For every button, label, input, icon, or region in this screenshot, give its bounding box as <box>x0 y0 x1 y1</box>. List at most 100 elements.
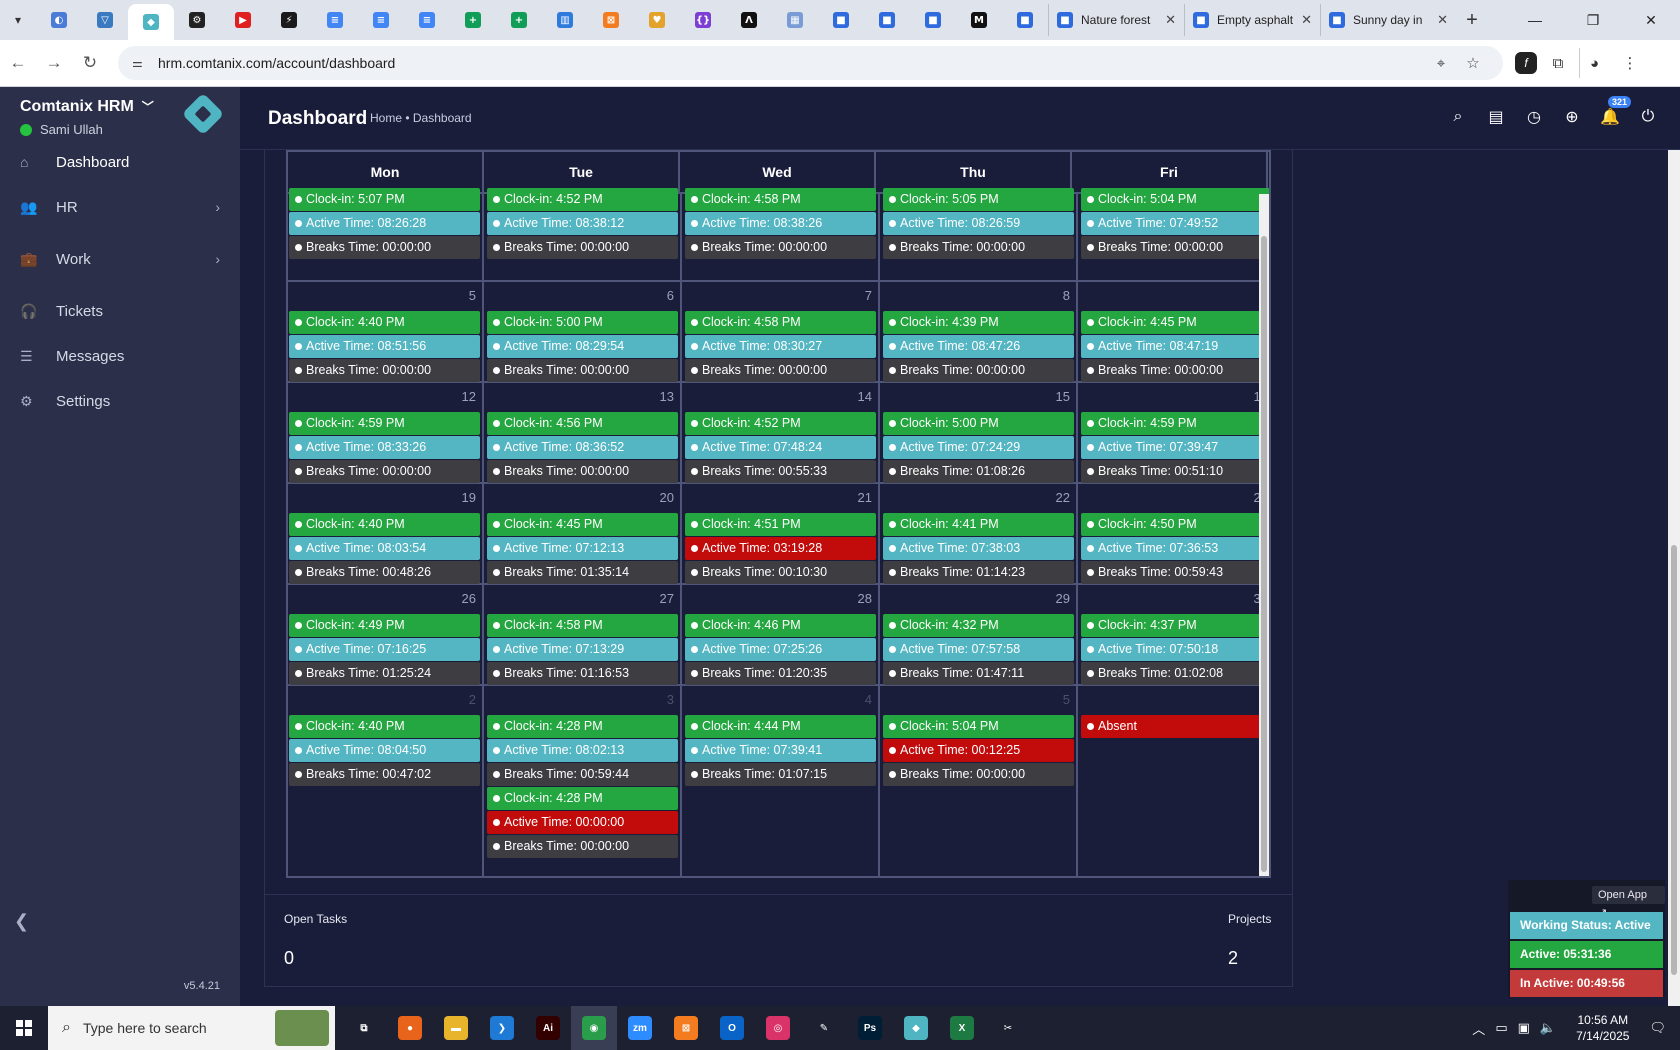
attendance-event[interactable]: Clock-in: 4:59 PM <box>289 412 480 435</box>
clock-icon[interactable]: ◷ <box>1522 105 1546 129</box>
attendance-event[interactable]: Active Time: 07:12:13 <box>487 537 678 560</box>
attendance-event[interactable]: Clock-in: 4:51 PM <box>685 513 876 536</box>
page-scroll-thumb[interactable] <box>1671 545 1677 975</box>
attendance-event[interactable]: Active Time: 08:51:56 <box>289 335 480 358</box>
calendar-day-cell[interactable]: 13 Clock-in: 4:56 PM Active Time: 08:36:52… <box>484 383 682 484</box>
calendar-day-cell[interactable]: 14 Clock-in: 4:52 PM Active Time: 07:48:24… <box>682 383 880 484</box>
attendance-event[interactable]: Breaks Time: 01:35:14 <box>487 561 678 584</box>
attendance-event[interactable]: Clock-in: 4:58 PM <box>685 188 876 211</box>
taskbar-app[interactable]: O <box>709 1006 755 1050</box>
attendance-event[interactable]: Clock-in: 4:40 PM <box>289 715 480 738</box>
sidebar-item-hr[interactable]: 👥 HR › <box>0 187 240 227</box>
attendance-event[interactable]: Active Time: 07:24:29 <box>883 436 1074 459</box>
close-window-icon[interactable]: ✕ <box>1622 12 1680 29</box>
calendar-day-cell[interactable]: Clock-in: 5:05 PM Active Time: 08:26:59 Br… <box>880 188 1078 282</box>
attendance-event[interactable]: Clock-in: 4:59 PM <box>1081 412 1269 435</box>
pinned-tab[interactable]: ■ <box>818 4 864 36</box>
attendance-event[interactable]: Breaks Time: 00:00:00 <box>1081 359 1269 382</box>
attendance-event[interactable]: Breaks Time: 01:25:24 <box>289 662 480 685</box>
pinned-tab[interactable]: M <box>956 4 1002 36</box>
taskbar-app[interactable]: ✎ <box>801 1006 847 1050</box>
notifications-icon[interactable]: 🗨 <box>1649 1020 1666 1036</box>
calendar-day-cell[interactable]: Clock-in: 4:52 PM Active Time: 08:38:12 Br… <box>484 188 682 282</box>
attendance-event[interactable]: Active Time: 08:04:50 <box>289 739 480 762</box>
attendance-event[interactable]: Breaks Time: 00:00:00 <box>883 763 1074 786</box>
profile-avatar-icon[interactable]: ◕ <box>1579 48 1609 78</box>
attendance-event[interactable]: Clock-in: 5:04 PM <box>1081 188 1269 211</box>
calendar-day-cell[interactable]: 9Clock-in: 4:45 PMActive Time: 08:47:19B… <box>1078 282 1269 383</box>
calendar-day-cell[interactable]: 3 Clock-in: 4:28 PM Active Time: 08:02:13 B… <box>484 686 682 876</box>
taskbar-app[interactable]: X <box>939 1006 985 1050</box>
attendance-event[interactable]: Absent <box>1081 715 1269 738</box>
attendance-event[interactable]: Clock-in: 4:58 PM <box>685 311 876 334</box>
attendance-event[interactable]: Breaks Time: 00:00:00 <box>487 359 678 382</box>
notes-icon[interactable]: ▤ <box>1484 105 1508 129</box>
location-pin-icon[interactable]: ⌖ <box>1425 55 1457 72</box>
taskbar-app[interactable]: ▬ <box>433 1006 479 1050</box>
attendance-event[interactable]: Clock-in: 5:05 PM <box>883 188 1074 211</box>
calendar-day-cell[interactable]: Clock-in: 5:04 PM Active Time: 07:49:52 Br… <box>1078 188 1269 282</box>
taskbar-app[interactable]: ⧉ <box>341 1006 387 1050</box>
sidebar-item-dashboard[interactable]: ⌂ Dashboard <box>0 142 240 182</box>
attendance-event[interactable]: Breaks Time: 01:47:11 <box>883 662 1074 685</box>
pinned-tab[interactable]: + <box>496 4 542 36</box>
calendar-day-cell[interactable]: 4 Clock-in: 4:44 PM Active Time: 07:39:41 B… <box>682 686 880 876</box>
taskbar-app[interactable]: ● <box>387 1006 433 1050</box>
page-scrollbar[interactable] <box>1668 150 1680 1006</box>
extensions-puzzle-icon[interactable]: ⧉ <box>1543 48 1573 78</box>
calendar-day-cell[interactable]: 22 Clock-in: 4:41 PM Active Time: 07:38:03… <box>880 484 1078 585</box>
open-tasks-value[interactable]: 0 <box>284 948 294 969</box>
pinned-tab[interactable]: ▥ <box>542 4 588 36</box>
calendar-day-cell[interactable]: 6Absent <box>1078 686 1269 876</box>
attendance-event[interactable]: Clock-in: 4:44 PM <box>685 715 876 738</box>
bell-icon[interactable]: 🔔 321 <box>1598 96 1632 129</box>
attendance-event[interactable]: Clock-in: 4:28 PM <box>487 787 678 810</box>
pinned-tab[interactable]: {} <box>680 4 726 36</box>
attendance-event[interactable]: Active Time: 07:25:26 <box>685 638 876 661</box>
start-button[interactable] <box>0 1006 48 1050</box>
taskbar-app[interactable]: Ps <box>847 1006 893 1050</box>
attendance-event[interactable]: Active Time: 08:03:54 <box>289 537 480 560</box>
pinned-tab[interactable]: ◐ <box>36 4 82 36</box>
taskbar-app[interactable]: ◆ <box>893 1006 939 1050</box>
back-arrow-icon[interactable]: ← <box>0 53 36 73</box>
attendance-event[interactable]: Breaks Time: 00:00:00 <box>487 835 678 858</box>
attendance-event[interactable]: Active Time: 07:48:24 <box>685 436 876 459</box>
calendar-day-cell[interactable]: 2 Clock-in: 4:40 PM Active Time: 08:04:50 B… <box>288 686 484 876</box>
calendar-day-cell[interactable]: 26 Clock-in: 4:49 PM Active Time: 07:16:25… <box>288 585 484 686</box>
pinned-tab[interactable]: Λ <box>726 4 772 36</box>
attendance-event[interactable]: Breaks Time: 00:00:00 <box>289 359 480 382</box>
attendance-event[interactable]: Breaks Time: 01:08:26 <box>883 460 1074 483</box>
calendar-day-cell[interactable]: Clock-in: 4:58 PM Active Time: 08:38:26 Br… <box>682 188 880 282</box>
pinned-tab[interactable]: ▶ <box>220 4 266 36</box>
attendance-event[interactable]: Breaks Time: 00:55:33 <box>685 460 876 483</box>
search-icon[interactable]: ⌕ <box>1446 105 1470 129</box>
attendance-event[interactable]: Active Time: 07:49:52 <box>1081 212 1269 235</box>
attendance-event[interactable]: Clock-in: 4:52 PM <box>487 188 678 211</box>
attendance-event[interactable]: Breaks Time: 00:47:02 <box>289 763 480 786</box>
pinned-tab[interactable]: ≡ <box>404 4 450 36</box>
reload-icon[interactable]: ↻ <box>72 53 108 73</box>
attendance-event[interactable]: Clock-in: 4:56 PM <box>487 412 678 435</box>
taskbar-app[interactable]: Ai <box>525 1006 571 1050</box>
attendance-event[interactable]: Active Time: 08:36:52 <box>487 436 678 459</box>
pinned-tab[interactable]: ♥ <box>634 4 680 36</box>
attendance-event[interactable]: Active Time: 08:02:13 <box>487 739 678 762</box>
attendance-event[interactable]: Active Time: 08:26:28 <box>289 212 480 235</box>
attendance-event[interactable]: Active Time: 08:38:26 <box>685 212 876 235</box>
attendance-event[interactable]: Breaks Time: 01:14:23 <box>883 561 1074 584</box>
attendance-event[interactable]: Clock-in: 5:00 PM <box>883 412 1074 435</box>
calendar-day-cell[interactable]: 29 Clock-in: 4:32 PM Active Time: 07:57:58… <box>880 585 1078 686</box>
browser-tab[interactable]: ■ Nature forest ✕ <box>1048 4 1184 36</box>
calendar-day-cell[interactable]: 12 Clock-in: 4:59 PM Active Time: 08:33:26… <box>288 383 484 484</box>
taskbar-app[interactable]: ✂ <box>985 1006 1031 1050</box>
attendance-event[interactable]: Clock-in: 4:39 PM <box>883 311 1074 334</box>
tab-search-chevron-icon[interactable]: ▾ <box>0 0 36 40</box>
calendar-scroll-thumb[interactable] <box>1261 236 1267 872</box>
pinned-tab[interactable]: ■ <box>864 4 910 36</box>
taskbar-clock[interactable]: 10:56 AM 7/14/2025 <box>1576 1012 1629 1044</box>
attendance-event[interactable]: Clock-in: 4:50 PM <box>1081 513 1269 536</box>
font-extension-icon[interactable]: f <box>1515 52 1537 74</box>
attendance-event[interactable]: Clock-in: 5:04 PM <box>883 715 1074 738</box>
pinned-tab[interactable]: ▽ <box>82 4 128 36</box>
